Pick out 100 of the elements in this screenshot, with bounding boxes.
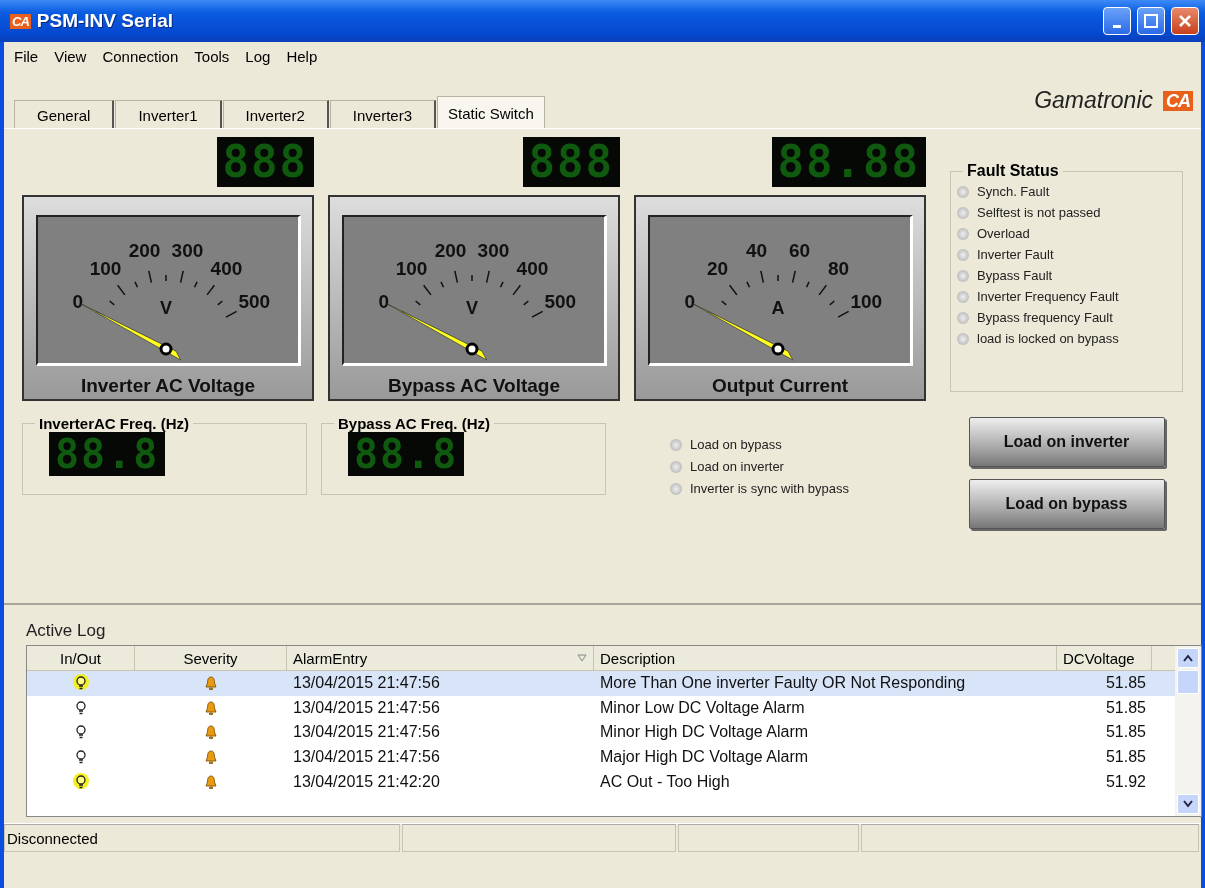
unit-label: A	[771, 298, 784, 318]
table-cell-text: 13/04/2015 21:47:56	[292, 697, 441, 718]
fault-label: Inverter Fault	[977, 247, 1054, 262]
action-button[interactable]: Load on bypass	[968, 479, 1165, 529]
minimize-icon	[1113, 24, 1121, 28]
tab[interactable]: General	[14, 100, 115, 128]
group-title: InverterAC Freq. (Hz)	[38, 415, 191, 432]
caret-icon	[1183, 800, 1193, 808]
fault-label: Bypass frequency Fault	[977, 310, 1113, 325]
minimize-button[interactable]	[1103, 7, 1131, 35]
digital-readout: 888	[522, 137, 620, 187]
digital-readout: 888	[216, 137, 314, 187]
maximize-icon	[1144, 14, 1158, 28]
brand-logo: CA	[1163, 90, 1193, 111]
gauge-title: Output Current	[711, 375, 849, 397]
log-row[interactable]: 13/04/2015 21:42:20 AC Out - Too High 51.92	[27, 769, 1175, 794]
table-cell-text: More Than One inverter Faulty OR Not Responding	[599, 673, 967, 694]
unit-label: V	[159, 298, 172, 318]
fault-label: Synch. Fault	[977, 184, 1050, 199]
log-row[interactable]: 13/04/2015 21:47:56 More Than One inverter Faulty OR Not Responding 51.85	[27, 671, 1175, 696]
brand-name: Gamatronic	[1034, 87, 1153, 114]
indicator-label: Load on inverter	[690, 459, 784, 474]
scroll-down-button[interactable]	[1177, 794, 1199, 814]
fault-label: Overload	[977, 226, 1030, 241]
action-button[interactable]: Load on inverter	[968, 417, 1165, 467]
column-header[interactable]: Severity	[135, 646, 287, 670]
scale-label: 300	[477, 240, 509, 262]
scale-label: 200	[128, 240, 160, 262]
column-header[interactable]: Description	[594, 646, 1057, 670]
scroll-up-button[interactable]	[1177, 648, 1199, 668]
scale-label: 0	[683, 291, 695, 313]
table-cell-text: 13/04/2015 21:47:56	[292, 747, 441, 768]
bell-icon	[204, 725, 218, 740]
fault-label: Bypass Fault	[977, 268, 1053, 283]
app-icon: CA	[10, 13, 31, 29]
log-row[interactable]: 13/04/2015 21:47:56 Major High DC Voltage Alarm 51.85	[27, 744, 1175, 770]
close-button[interactable]	[1171, 7, 1199, 35]
log-row[interactable]: 13/04/2015 21:47:56 Minor High DC Voltage Alarm 51.85	[27, 720, 1175, 745]
scale-label: 100	[395, 258, 427, 280]
column-header[interactable]: DCVoltage	[1057, 646, 1152, 670]
menu-item[interactable]: Log	[245, 48, 271, 65]
scale-label: 20	[706, 258, 728, 280]
menu-item[interactable]: Help	[286, 48, 318, 65]
close-icon	[1178, 14, 1192, 28]
fault-label: load is locked on bypass	[977, 331, 1119, 346]
fault-label: Selftest is not passed	[977, 205, 1101, 220]
section-title: Active Log	[25, 620, 107, 642]
indicator-label: Load on bypass	[690, 437, 782, 452]
scale-label: 60	[788, 240, 810, 262]
menu-item[interactable]: File	[14, 48, 39, 65]
bell-icon	[204, 700, 218, 715]
scale-label: 0	[71, 291, 83, 313]
digital-readout: 88.88	[771, 137, 926, 187]
scale-label: 400	[516, 258, 548, 280]
menu-item[interactable]: Connection	[102, 48, 179, 65]
column-header[interactable]: AlarmEntry	[287, 646, 594, 670]
scale-label: 80	[827, 258, 849, 280]
table-cell-text: 13/04/2015 21:47:56	[292, 722, 441, 743]
scale-label: 500	[237, 291, 270, 313]
table-cell-text: 13/04/2015 21:47:56	[292, 673, 441, 694]
menu-item[interactable]: View	[54, 48, 87, 65]
scale-label: 40	[745, 240, 767, 262]
table-cell-text: 51.85	[1104, 673, 1147, 694]
gauge-title: Inverter AC Voltage	[80, 375, 256, 397]
caret-icon	[1183, 654, 1193, 662]
digital-readout: 88.8	[49, 432, 166, 476]
window-title: PSM-INV Serial	[36, 10, 174, 32]
table-cell-text: Minor High DC Voltage Alarm	[599, 722, 810, 743]
gauge-title: Bypass AC Voltage	[387, 375, 561, 397]
tab[interactable]: Inverter1	[115, 100, 222, 128]
log-row[interactable]: 13/04/2015 21:47:56 Minor Low DC Voltage Alarm 51.85	[27, 695, 1175, 721]
unit-label: V	[465, 298, 478, 318]
scale-label: 500	[543, 291, 576, 313]
fault-label: Inverter Frequency Fault	[977, 289, 1119, 304]
menu-item[interactable]: Tools	[194, 48, 230, 65]
table-cell-text: AC Out - Too High	[599, 771, 731, 792]
column-header[interactable]: In/Out	[27, 646, 135, 670]
status-pane: Disconnected	[4, 824, 400, 852]
table-cell-text: 51.92	[1104, 771, 1147, 792]
table-cell-text: Minor Low DC Voltage Alarm	[599, 697, 806, 718]
tab[interactable]: Inverter3	[329, 100, 436, 128]
tab[interactable]: Static Switch	[437, 96, 545, 128]
table-cell-text: 51.85	[1104, 722, 1147, 743]
scale-label: 400	[210, 258, 242, 280]
maximize-button[interactable]	[1137, 7, 1165, 35]
table-cell-text: 51.85	[1104, 747, 1147, 768]
group-title: Bypass AC Freq. (Hz)	[337, 415, 491, 432]
scale-label: 100	[849, 291, 882, 313]
bell-icon	[204, 676, 218, 691]
table-cell-text: 13/04/2015 21:42:20	[292, 771, 441, 792]
digital-readout: 88.8	[348, 432, 465, 476]
scroll-thumb[interactable]	[1177, 670, 1199, 694]
tab[interactable]: Inverter2	[222, 100, 329, 128]
table-cell-text: 51.85	[1104, 697, 1147, 718]
scale-label: 300	[171, 240, 203, 262]
scale-label: 200	[434, 240, 466, 262]
scale-label: 100	[89, 258, 121, 280]
scale-label: 0	[377, 291, 389, 313]
indicator-label: Inverter is sync with bypass	[690, 481, 849, 496]
group-title: Fault Status	[966, 162, 1060, 180]
